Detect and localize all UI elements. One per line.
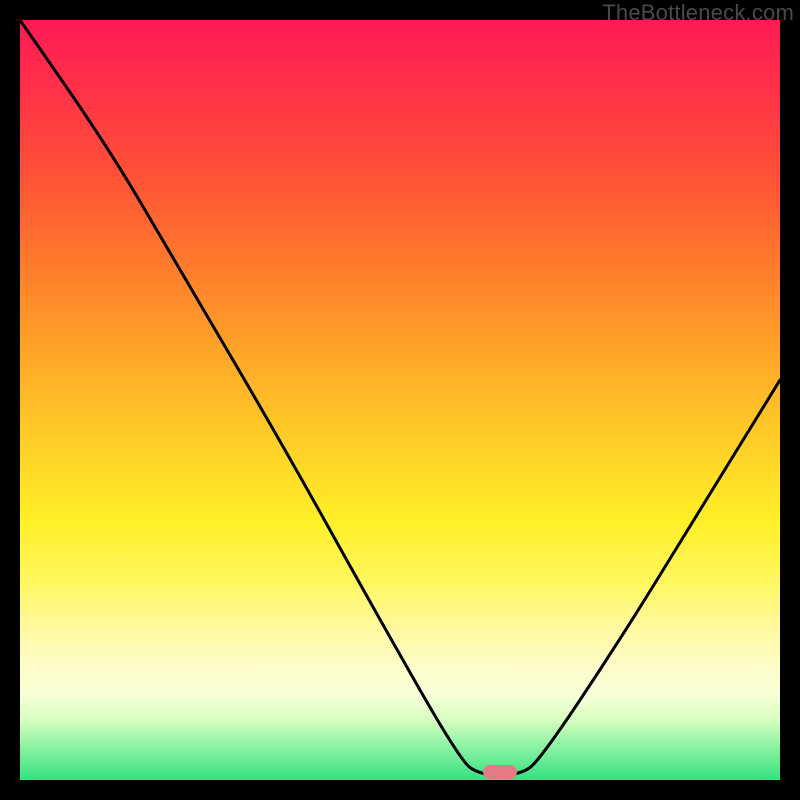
optimal-marker	[483, 765, 517, 779]
chart-frame	[20, 20, 780, 780]
bottleneck-curve	[20, 20, 780, 780]
watermark-text: TheBottleneck.com	[602, 0, 794, 26]
